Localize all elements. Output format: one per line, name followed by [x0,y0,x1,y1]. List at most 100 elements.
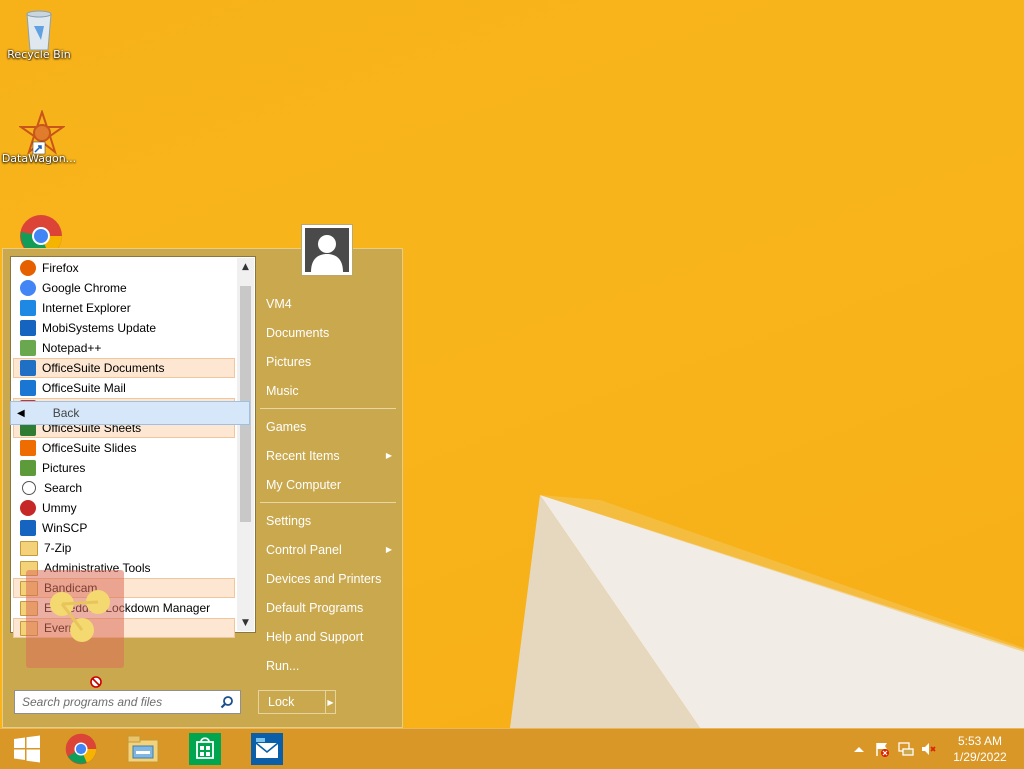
notepad-icon [20,340,36,356]
right-menu-label: Settings [266,513,312,528]
menu-separator [260,408,396,409]
right-menu-item[interactable]: Run... [258,651,398,680]
windows-start-button[interactable] [0,731,54,767]
drag-ghost-image [26,570,124,668]
program-item[interactable]: MobiSystems Update [13,318,235,338]
program-label: Ummy [42,501,77,515]
firefox-icon [20,260,36,276]
program-item[interactable]: WinSCP [13,518,235,538]
right-menu-item[interactable]: VM4 [258,289,398,318]
taskbar [0,728,1024,769]
clock-time: 5:53 AM [957,734,1003,748]
start-menu-right-pane: VM4 Documents Pictures Music Games Recent Ite… [258,289,398,680]
program-item[interactable]: Pictures [13,458,235,478]
scroll-up-icon[interactable]: ▲ [237,258,254,275]
back-button[interactable]: ◀ Back [10,401,250,425]
store-icon [189,733,221,765]
submenu-arrow-icon: ▶ [385,451,392,460]
action-center-flag-icon[interactable] [874,741,890,757]
right-menu-item[interactable]: Documents [258,318,398,347]
right-menu-label: Recent Items [266,448,340,463]
chrome-icon [65,733,97,765]
program-item[interactable]: 7-Zip [13,538,235,558]
search-input[interactable] [22,695,212,709]
lock-button[interactable]: Lock ▶ [258,690,336,714]
submenu-arrow-icon: ▶ [385,545,392,554]
program-item[interactable]: Search [13,478,235,498]
right-menu-item[interactable]: Pictures [258,347,398,376]
program-label: Search [44,481,83,495]
scroll-down-icon[interactable]: ▼ [237,614,254,631]
clock-date: 1/29/2022 [953,750,1007,764]
pictures-icon [20,460,36,476]
volume-muted-icon[interactable] [921,741,937,757]
no-drop-icon [90,676,102,688]
windows-start-icon [14,735,40,763]
documents-icon [20,360,36,376]
right-menu-label: Control Panel [266,542,342,557]
right-menu-item[interactable]: Devices and Printers [258,564,398,593]
right-menu-label: Pictures [266,354,312,369]
program-item[interactable]: OfficeSuite Slides [13,438,235,458]
lock-options-arrow-icon[interactable]: ▶ [325,691,335,713]
program-label: OfficeSuite Slides [42,441,137,455]
program-label: OfficeSuite Mail [42,381,126,395]
program-label: OfficeSuite Documents [42,361,165,375]
program-label: Google Chrome [42,281,127,295]
taskbar-store-button[interactable] [178,731,232,767]
taskbar-mail-button[interactable] [240,731,294,767]
search-icon[interactable] [220,695,234,709]
desktop-icon-recycle-bin[interactable]: Recycle Bin [1,6,77,61]
right-menu-item[interactable]: Music [258,376,398,405]
back-label: Back [52,406,80,420]
right-menu-item[interactable]: Control Panel ▶ [258,535,398,564]
program-label: 7-Zip [44,541,72,555]
ummy-icon [20,500,36,516]
show-hidden-icon[interactable] [851,741,867,757]
program-item[interactable]: OfficeSuite Documents [13,358,235,378]
right-menu-label: Documents [266,325,330,340]
program-item[interactable]: Ummy [13,498,235,518]
program-label: MobiSystems Update [42,321,157,335]
back-arrow-icon: ◀ [17,407,25,419]
program-label: WinSCP [42,521,88,535]
taskbar-chrome-button[interactable] [54,731,108,767]
lock-label: Lock [268,695,295,709]
mail-icon [20,380,36,396]
menu-separator [260,502,396,503]
user-avatar[interactable] [301,224,353,276]
program-label: Internet Explorer [42,301,131,315]
network-icon[interactable] [898,741,914,757]
program-item[interactable]: Google Chrome [13,278,235,298]
program-label: Notepad++ [42,341,102,355]
taskbar-file-explorer-button[interactable] [116,731,170,767]
recycle-bin-icon [19,6,59,51]
right-menu-label: Help and Support [266,629,364,644]
program-item[interactable]: Firefox [13,258,235,278]
right-menu-label: Default Programs [266,600,364,615]
search-box[interactable] [14,690,241,714]
search-icon [22,481,36,495]
taskbar-clock[interactable]: 5:53 AM 1/29/2022 [944,733,1016,765]
right-menu-item[interactable]: Recent Items ▶ [258,441,398,470]
right-menu-label: Games [266,419,307,434]
mail-icon [251,733,283,765]
right-menu-item[interactable]: Games [258,412,398,441]
datawagon-icon [17,108,67,155]
ie-icon [20,300,36,316]
right-menu-item[interactable]: Settings [258,506,398,535]
program-label: Pictures [42,461,86,475]
desktop-icon-datawagon[interactable]: DataWagon... [1,108,77,165]
right-menu-item[interactable]: My Computer [258,470,398,499]
right-menu-item[interactable]: Help and Support [258,622,398,651]
program-label: Firefox [42,261,79,275]
right-menu-item[interactable]: Default Programs [258,593,398,622]
right-menu-label: My Computer [266,477,342,492]
winscp-icon [20,520,36,536]
program-item[interactable]: Internet Explorer [13,298,235,318]
chrome-icon [20,280,36,296]
program-item[interactable]: Notepad++ [13,338,235,358]
programs-scrollbar[interactable]: ▲ ▼ [237,258,254,631]
right-menu-label: VM4 [266,296,292,311]
program-item[interactable]: OfficeSuite Mail [13,378,235,398]
